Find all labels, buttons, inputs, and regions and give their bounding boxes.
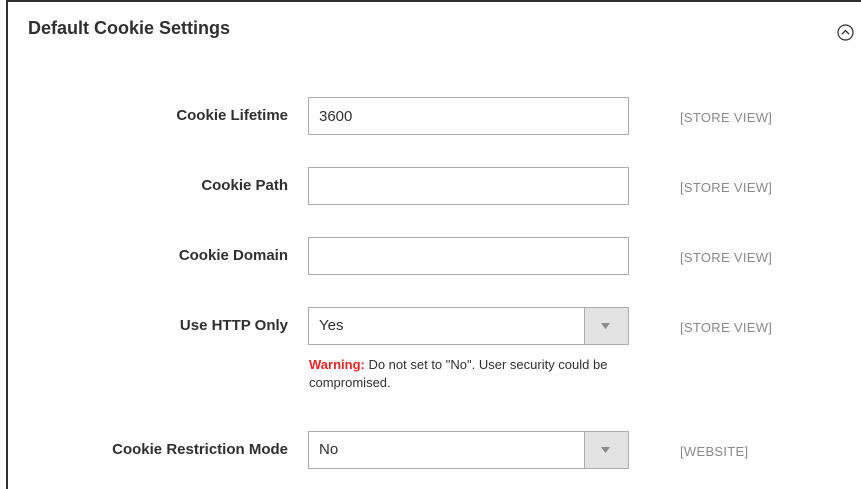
cookie-lifetime-input[interactable] [308, 97, 629, 135]
cookie-path-scope: [STORE VIEW] [680, 180, 773, 195]
use-http-only-select[interactable]: Yes [308, 307, 629, 345]
section-title[interactable]: Default Cookie Settings [28, 18, 230, 39]
cookie-lifetime-scope: [STORE VIEW] [680, 110, 773, 125]
cookie-restriction-mode-value: No [319, 441, 339, 458]
cookie-domain-input[interactable] [308, 237, 629, 275]
dropdown-toggle[interactable] [584, 432, 628, 468]
chevron-up-circle-icon[interactable] [837, 24, 854, 41]
cookie-restriction-mode-label: Cookie Restriction Mode [112, 441, 288, 458]
cookie-restriction-mode-select[interactable]: No [308, 431, 629, 469]
cookie-path-input[interactable] [308, 167, 629, 205]
triangle-down-icon [601, 447, 610, 453]
cookie-lifetime-label: Cookie Lifetime [176, 107, 288, 124]
http-only-warning-note: Warning: Do not set to "No". User securi… [309, 356, 629, 392]
cookie-domain-scope: [STORE VIEW] [680, 250, 773, 265]
cookie-path-label: Cookie Path [201, 177, 288, 194]
dropdown-toggle[interactable] [584, 308, 628, 344]
cookie-domain-label: Cookie Domain [178, 247, 288, 264]
warning-label: Warning: [309, 357, 365, 372]
use-http-only-scope: [STORE VIEW] [680, 320, 773, 335]
use-http-only-label: Use HTTP Only [179, 317, 288, 334]
use-http-only-value: Yes [319, 317, 344, 334]
triangle-down-icon [601, 323, 610, 329]
cookie-restriction-mode-scope: [WEBSITE] [680, 444, 749, 459]
